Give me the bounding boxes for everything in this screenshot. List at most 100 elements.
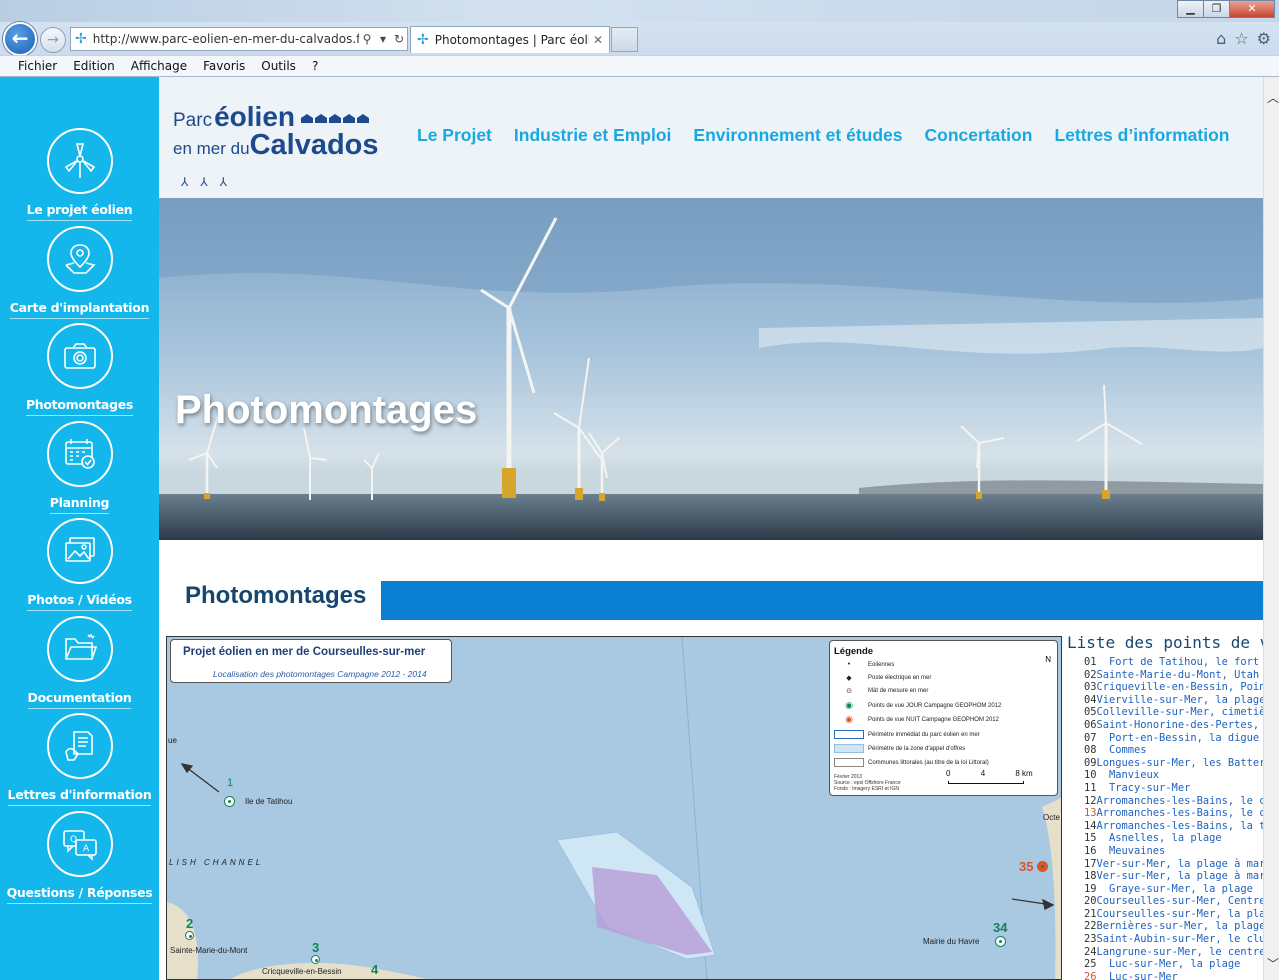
- sidebar-item-lettres[interactable]: Lettres d'information: [0, 713, 159, 806]
- list-item[interactable]: 04 Vierville-sur-Mer, la plage: [1084, 694, 1263, 707]
- list-item-link[interactable]: Port-en-Bessin, la digue: [1109, 732, 1259, 745]
- list-item[interactable]: 14Arromanches-les-Bains, la table d'orie…: [1084, 820, 1263, 833]
- nav-industrie-emploi[interactable]: Industrie et Emploi: [514, 125, 672, 146]
- list-item[interactable]: 26 Luc-sur-Mer: [1084, 971, 1263, 980]
- menu-favoris[interactable]: Favoris: [203, 59, 245, 73]
- list-item-link[interactable]: Tracy-sur-Mer: [1109, 782, 1190, 795]
- list-item[interactable]: 13Arromanches-les-Bains, le centre ville: [1084, 807, 1263, 820]
- home-icon[interactable]: ⌂: [1216, 29, 1226, 48]
- sidebar-item-carte[interactable]: Carte d'implantation: [0, 226, 159, 319]
- list-item[interactable]: 01 Fort de Tatihou, le fort: [1084, 656, 1263, 669]
- back-button[interactable]: ←: [3, 22, 37, 56]
- scroll-down-icon[interactable]: ﹀: [1267, 955, 1279, 972]
- list-item-link[interactable]: Arromanches-les-Bains, le centre ville: [1097, 807, 1263, 820]
- list-item-link[interactable]: Commes: [1109, 744, 1147, 757]
- list-item[interactable]: 06Saint-Honorine-des-Pertes, la plage: [1084, 719, 1263, 732]
- menu-outils[interactable]: Outils: [261, 59, 296, 73]
- refresh-icon[interactable]: ↻: [391, 32, 407, 46]
- list-item[interactable]: 05Colleville-sur-Mer, cimetière américai…: [1084, 706, 1263, 719]
- list-item-link[interactable]: Arromanches-les-Bains, le centre ville: [1097, 795, 1263, 808]
- list-item[interactable]: 08 Commes: [1084, 744, 1263, 757]
- menu-fichier[interactable]: Fichier: [18, 59, 57, 73]
- list-item[interactable]: 09Longues-sur-Mer, les Batteries: [1084, 757, 1263, 770]
- sidebar-item-photomontages[interactable]: Photomontages: [0, 323, 159, 416]
- list-item-link[interactable]: Manvieux: [1109, 769, 1159, 782]
- list-item[interactable]: 16 Meuvaines: [1084, 845, 1263, 858]
- list-item-link[interactable]: Ver-sur-Mer, la plage à marée haute: [1097, 858, 1263, 871]
- viewpoint-marker[interactable]: [185, 931, 194, 940]
- forward-button[interactable]: →: [40, 27, 66, 53]
- new-tab-button[interactable]: [611, 27, 638, 52]
- page-scrollbar[interactable]: ︿ ﹀: [1263, 77, 1279, 980]
- list-item[interactable]: 22 Bernières-sur-Mer, la plage: [1084, 920, 1263, 933]
- list-item-link[interactable]: Courseulles-sur-Mer, la plage: [1097, 908, 1263, 921]
- list-item[interactable]: 03Criqueville-en-Bessin, Pointe du Hoc: [1084, 681, 1263, 694]
- list-item-link[interactable]: Luc-sur-Mer, la plage: [1109, 958, 1240, 971]
- list-item-link[interactable]: Longues-sur-Mer, les Batteries: [1097, 757, 1263, 770]
- list-item[interactable]: 07 Port-en-Bessin, la digue: [1084, 732, 1263, 745]
- list-item[interactable]: 21 Courseulles-sur-Mer, la plage: [1084, 908, 1263, 921]
- list-item[interactable]: 25 Luc-sur-Mer, la plage: [1084, 958, 1263, 971]
- viewpoint-marker[interactable]: [311, 955, 320, 964]
- viewpoint-marker[interactable]: [224, 796, 235, 807]
- scroll-up-icon[interactable]: ︿: [1267, 89, 1279, 106]
- sidebar-item-photos-videos[interactable]: Photos / Vidéos: [0, 518, 159, 611]
- photomontage-location-map[interactable]: Projet éolien en mer de Courseulles-sur-…: [166, 636, 1062, 980]
- favorites-star-icon[interactable]: ☆: [1234, 29, 1248, 48]
- address-bar[interactable]: ✢ http://www.parc-eolien-en-mer-du-calva…: [70, 27, 408, 51]
- list-item-link[interactable]: Graye-sur-Mer, la plage: [1109, 883, 1253, 896]
- list-item[interactable]: 15 Asnelles, la plage: [1084, 832, 1263, 845]
- sidebar-item-projet[interactable]: Le projet éolien: [0, 128, 159, 221]
- address-url[interactable]: http://www.parc-eolien-en-mer-du-calvado…: [93, 32, 359, 46]
- menu-help[interactable]: ?: [312, 59, 318, 73]
- list-item-link[interactable]: Criqueville-en-Bessin, Pointe du Hoc: [1097, 681, 1263, 694]
- list-item-link[interactable]: Asnelles, la plage: [1109, 832, 1222, 845]
- list-item[interactable]: 10 Manvieux: [1084, 769, 1263, 782]
- list-item[interactable]: 18Ver-sur-Mer, la plage à marée basse: [1084, 870, 1263, 883]
- menu-edition[interactable]: Edition: [73, 59, 115, 73]
- list-item-link[interactable]: Langrune-sur-Mer, le centre ville: [1097, 946, 1263, 959]
- tab-title: Photomontages | Parc éolie...: [434, 33, 589, 47]
- close-window-button[interactable]: ✕: [1229, 0, 1275, 18]
- site-logo[interactable]: Parcéolien en mer duCalvados ⅄⅄⅄: [173, 101, 379, 189]
- nav-environnement[interactable]: Environnement et études: [693, 125, 902, 146]
- list-item-link[interactable]: Saint-Honorine-des-Pertes, la plage: [1097, 719, 1263, 732]
- sidebar-item-documentation[interactable]: Documentation: [0, 616, 159, 709]
- minimize-button[interactable]: ▁: [1177, 0, 1204, 18]
- maximize-button[interactable]: ❐: [1203, 0, 1230, 18]
- list-item-link[interactable]: Sainte-Marie-du-Mont, Utah Beach: [1097, 669, 1263, 682]
- list-item-link[interactable]: Meuvaines: [1109, 845, 1165, 858]
- browser-tab-active[interactable]: ✢ Photomontages | Parc éolie... ✕: [410, 26, 610, 53]
- sidebar-item-planning[interactable]: Planning: [0, 421, 159, 514]
- list-item-link[interactable]: Arromanches-les-Bains, la table d'orient…: [1097, 820, 1263, 833]
- sidebar-item-questions[interactable]: QA Questions / Réponses: [0, 811, 159, 904]
- search-icon[interactable]: ⚲: [359, 32, 375, 46]
- list-item[interactable]: 23Saint-Aubin-sur-Mer, le club de voile: [1084, 933, 1263, 946]
- list-item[interactable]: 17Ver-sur-Mer, la plage à marée haute: [1084, 858, 1263, 871]
- nav-lettres-information[interactable]: Lettres d’information: [1054, 125, 1229, 146]
- list-item[interactable]: 19 Graye-sur-Mer, la plage: [1084, 883, 1263, 896]
- viewpoint-marker-night[interactable]: [1037, 861, 1048, 872]
- viewpoint-marker[interactable]: [995, 936, 1006, 947]
- list-item-link[interactable]: Ver-sur-Mer, la plage à marée basse: [1097, 870, 1263, 883]
- list-item[interactable]: 02Sainte-Marie-du-Mont, Utah Beach: [1084, 669, 1263, 682]
- dropdown-arrow-icon[interactable]: ▾: [375, 32, 391, 46]
- list-item[interactable]: 11 Tracy-sur-Mer: [1084, 782, 1263, 795]
- list-item-link[interactable]: Colleville-sur-Mer, cimetière américain: [1097, 706, 1263, 719]
- source-line: Fonds : Imagery ESRI et IGN: [834, 786, 900, 792]
- menu-affichage[interactable]: Affichage: [131, 59, 187, 73]
- list-item-link[interactable]: Bernières-sur-Mer, la plage: [1097, 920, 1263, 933]
- list-item[interactable]: 12Arromanches-les-Bains, le centre ville: [1084, 795, 1263, 808]
- turbine-icon: [46, 128, 113, 194]
- list-item-link[interactable]: Courseulles-sur-Mer, Centre Juno Beach: [1097, 895, 1263, 908]
- list-item-link[interactable]: Saint-Aubin-sur-Mer, le club de voile: [1097, 933, 1263, 946]
- list-item-link[interactable]: Fort de Tatihou, le fort: [1109, 656, 1259, 669]
- nav-concertation[interactable]: Concertation: [925, 125, 1033, 146]
- list-item-link[interactable]: Luc-sur-Mer: [1109, 971, 1178, 980]
- list-item[interactable]: 20Courseulles-sur-Mer, Centre Juno Beach: [1084, 895, 1263, 908]
- close-tab-icon[interactable]: ✕: [593, 33, 603, 47]
- list-item-link[interactable]: Vierville-sur-Mer, la plage: [1097, 694, 1263, 707]
- nav-le-projet[interactable]: Le Projet: [417, 125, 492, 146]
- list-item[interactable]: 24Langrune-sur-Mer, le centre ville: [1084, 946, 1263, 959]
- settings-gear-icon[interactable]: ⚙: [1257, 29, 1271, 48]
